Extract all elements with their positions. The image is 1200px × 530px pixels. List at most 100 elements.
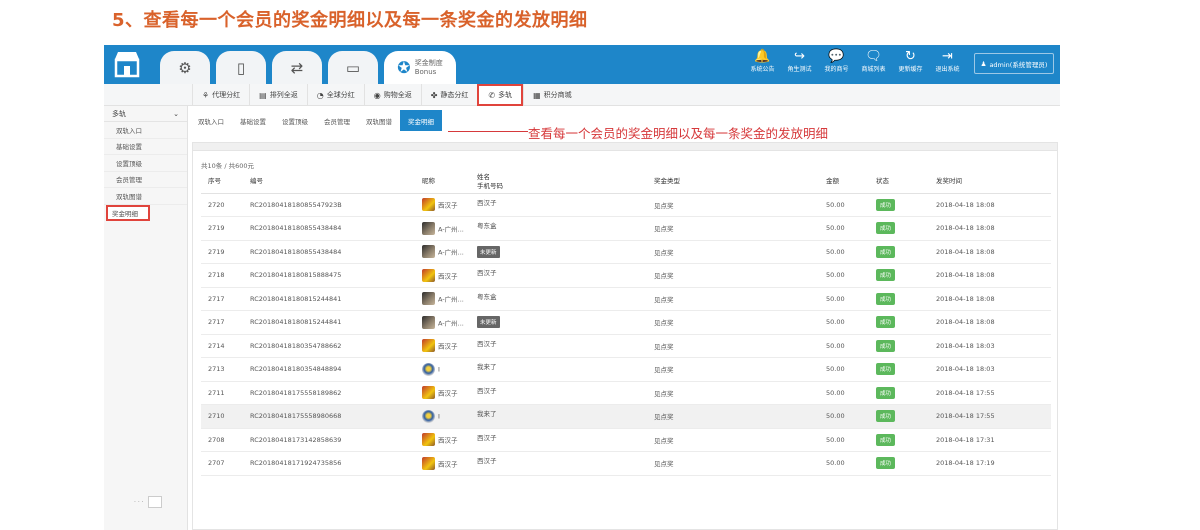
top-action-button[interactable]: 🗨 商城列表 xyxy=(855,49,892,75)
subbar-item[interactable]: ◔ 全球分红 xyxy=(306,84,364,106)
col-code: 编号 xyxy=(243,171,415,194)
top-action-button[interactable]: ⇥ 退出系统 xyxy=(929,49,966,75)
avatar xyxy=(422,386,435,400)
content-tab[interactable]: 会员管理 xyxy=(316,110,358,131)
admin-account-button[interactable]: ♟ admin(系统管理员) xyxy=(974,53,1054,74)
cell-nick: I xyxy=(415,404,470,429)
panel-topbar xyxy=(193,143,1057,151)
sidebar-item[interactable]: 基础设置 xyxy=(104,139,187,155)
top-action-button[interactable]: ↻ 更新缓存 xyxy=(892,49,929,75)
sidebar-footer-box[interactable] xyxy=(147,496,162,508)
table-row[interactable]: 2719 RC20180418180855438484 A-广州... 未更新 见点奖 5… xyxy=(201,240,1051,264)
cell-code: RC20180418180815244841 xyxy=(243,287,415,311)
chat-icon: 🗨 xyxy=(865,49,882,64)
cell-time: 2018-04-18 18:08 xyxy=(929,240,1051,264)
top-navbar: ⚙ ▯ ⇄ ▭ ✪ 奖金制度 Bonus 🔔 系统公告 ↪ 角生测试 💬 我的商号 🗨 商城列表 ↻ 更新缓存… xyxy=(104,45,1060,84)
table-row[interactable]: 2714 RC20180418180354788662 西汉子 西汉子 见点奖 50.00… xyxy=(201,334,1051,358)
cell-type: 见点奖 xyxy=(647,381,819,405)
sidebar-item[interactable]: 双轨入口 xyxy=(104,122,187,139)
cell-time: 2018-04-18 18:08 xyxy=(929,193,1051,217)
gear-icon: ⚙ xyxy=(178,58,192,77)
subbar-item[interactable]: ◉ 购物全返 xyxy=(363,84,421,106)
avatar xyxy=(422,245,435,259)
table-row[interactable]: 2718 RC20180418180815888475 西汉子 西汉子 见点奖 50.00… xyxy=(201,263,1051,288)
content-tab[interactable]: 双轨入口 xyxy=(190,110,232,131)
cell-status: 成功 xyxy=(869,310,929,335)
subbar-item-icon: ✆ xyxy=(488,90,496,100)
sidebar-header[interactable]: 多轨 ⌄ xyxy=(104,106,187,122)
cell-code: RC20180418175558189862 xyxy=(243,381,415,405)
subbar-item[interactable]: ✆ 多轨 xyxy=(477,84,524,106)
logout-icon: ⇥ xyxy=(942,49,953,64)
cell-type: 见点奖 xyxy=(647,357,819,382)
cell-amount: 50.00 xyxy=(819,263,869,288)
cell-code: RC2018041818085547923B xyxy=(243,193,415,217)
col-name: 姓名 xyxy=(477,172,490,181)
top-action-button[interactable]: 🔔 系统公告 xyxy=(744,49,781,75)
top-action-label: 更新缓存 xyxy=(898,66,923,73)
table-row[interactable]: 2710 RC20180418175558980668 I 我来了 见点奖 50.00 成功… xyxy=(201,404,1051,429)
table-row[interactable]: 2708 RC20180418173142858639 西汉子 西汉子 见点奖 50.00… xyxy=(201,428,1051,452)
subbar-item[interactable]: ▦ 积分商城 xyxy=(523,84,581,106)
content-tab[interactable]: 双轨图谱 xyxy=(358,110,400,131)
cell-id: 2717 xyxy=(201,287,243,311)
module-tab[interactable]: ⇄ xyxy=(272,51,322,84)
sidebar-item[interactable]: 奖金明细 xyxy=(106,204,150,221)
mobile-icon: ▯ xyxy=(236,58,246,77)
sidebar-item[interactable]: 会员管理 xyxy=(104,172,187,188)
cell-code: RC20180418173142858639 xyxy=(243,428,415,452)
cell-code: RC20180418171924735856 xyxy=(243,451,415,476)
cell-type: 见点奖 xyxy=(647,451,819,476)
cell-name-text: 西汉子 xyxy=(477,386,497,395)
cell-name-text: 粤东盒 xyxy=(477,222,497,230)
cell-nick-text: 西汉子 xyxy=(438,272,458,281)
table-row[interactable]: 2720 RC2018041818085547923B 西汉子 西汉子 见点奖 50.00… xyxy=(201,193,1051,217)
table-row[interactable]: 2717 RC20180418180815244841 A-广州... 粤东盒 见点奖 5… xyxy=(201,287,1051,311)
cell-time: 2018-04-18 18:08 xyxy=(929,263,1051,288)
module-tab[interactable]: ⚙ xyxy=(160,51,210,84)
module-tab[interactable]: ▯ xyxy=(216,51,266,84)
table-row[interactable]: 2707 RC20180418171924735856 西汉子 西汉子 见点奖 50.00… xyxy=(201,451,1051,476)
subbar-item-label: 代理分红 xyxy=(212,91,241,99)
cell-nick: 西汉子 xyxy=(415,334,470,358)
store-logo-icon[interactable] xyxy=(112,50,142,78)
cell-nick: 西汉子 xyxy=(415,263,470,288)
subbar-item[interactable]: ✤ 静态分红 xyxy=(420,84,478,106)
cell-nick: I xyxy=(415,357,470,382)
cell-nick-text: 西汉子 xyxy=(438,436,458,445)
table-row[interactable]: 2713 RC20180418180354848894 I 我来了 见点奖 50.00 成功… xyxy=(201,357,1051,382)
table-row[interactable]: 2719 RC2018041818085543848​4 A-广州... 粤东盒 见点奖… xyxy=(201,216,1051,241)
cell-name: 我来了 xyxy=(470,404,647,429)
cell-nick-text: I xyxy=(438,365,440,374)
cell-id: 2718 xyxy=(201,263,243,288)
cell-type: 见点奖 xyxy=(647,404,819,429)
content-tab[interactable]: 奖金明细 xyxy=(400,110,442,131)
table-row[interactable]: 2717 RC20180418180815244841 A-广州... 未更新 见点奖 5… xyxy=(201,310,1051,335)
module-tab-bonus[interactable]: ✪ 奖金制度 Bonus xyxy=(384,51,456,84)
cell-code: RC20180418180354848894 xyxy=(243,357,415,382)
unset-badge: 未更新 xyxy=(477,245,500,258)
content-tab[interactable]: 基础设置 xyxy=(232,110,274,131)
subbar-item[interactable]: ▤ 排列全返 xyxy=(249,84,307,106)
status-badge: 成功 xyxy=(876,269,896,282)
avatar xyxy=(422,315,435,329)
subbar-item-icon: ⚘ xyxy=(202,90,210,100)
sidebar-item[interactable]: 双轨图谱 xyxy=(104,188,187,205)
record-total: 共10条 / 共600元 xyxy=(201,162,254,170)
sidebar-item[interactable]: 设置顶级 xyxy=(104,155,187,172)
top-action-label: 商城列表 xyxy=(861,66,886,73)
top-action-button[interactable]: ↪ 角生测试 xyxy=(781,49,818,75)
cell-name: 未更新 xyxy=(470,310,647,335)
cell-amount: 50.00 xyxy=(819,428,869,452)
unset-badge: 未更新 xyxy=(477,316,500,329)
module-tab[interactable]: ▭ xyxy=(328,51,378,84)
cell-nick-text: A-广州... xyxy=(438,295,464,304)
cell-amount: 50.00 xyxy=(819,310,869,335)
table-row[interactable]: 2711 RC20180418175558189862 西汉子 西汉子 见点奖 50.00… xyxy=(201,381,1051,405)
chevron-down-icon: ⌄ xyxy=(173,109,179,118)
top-actions: 🔔 系统公告 ↪ 角生测试 💬 我的商号 🗨 商城列表 ↻ 更新缓存 ⇥ 退出系统 xyxy=(744,49,966,75)
content-tab[interactable]: 设置顶级 xyxy=(274,110,316,131)
cell-time: 2018-04-18 17:55 xyxy=(929,381,1051,405)
top-action-button[interactable]: 💬 我的商号 xyxy=(818,49,855,75)
subbar-item[interactable]: ⚘ 代理分红 xyxy=(192,84,249,106)
